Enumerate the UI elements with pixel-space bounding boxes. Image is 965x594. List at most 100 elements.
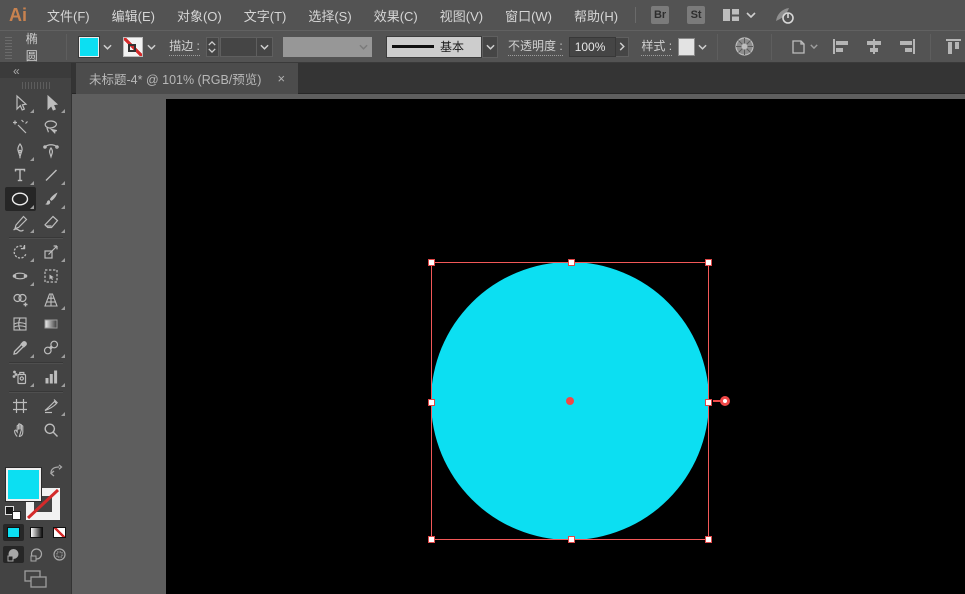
- menu-help[interactable]: 帮助(H): [563, 0, 629, 30]
- perspective-grid-tool[interactable]: [36, 288, 67, 312]
- align-right-icon[interactable]: [896, 38, 916, 55]
- lasso-tool[interactable]: [36, 115, 67, 139]
- menu-effect[interactable]: 效果(C): [363, 0, 429, 30]
- canvas-area[interactable]: [72, 94, 965, 594]
- fill-color-indicator[interactable]: [6, 468, 41, 501]
- draw-inside-button[interactable]: [49, 546, 70, 563]
- draw-normal-button[interactable]: [3, 546, 24, 563]
- magic-wand-tool[interactable]: [5, 115, 36, 139]
- pie-angle-widget[interactable]: [720, 396, 730, 406]
- swap-fill-stroke-icon[interactable]: [48, 464, 64, 483]
- stroke-panel-link[interactable]: 描边 :: [169, 37, 200, 56]
- brush-definition-dropdown[interactable]: [482, 36, 498, 58]
- toolbar-collapse-button[interactable]: «: [0, 63, 71, 78]
- stroke-weight-combo[interactable]: [220, 37, 273, 57]
- stroke-weight-stepper[interactable]: [206, 37, 219, 57]
- stroke-color-control[interactable]: [123, 37, 159, 57]
- align-center-icon[interactable]: [864, 38, 884, 55]
- slice-tool[interactable]: [36, 394, 67, 418]
- control-bar-grip[interactable]: [5, 35, 12, 59]
- shape-center-point[interactable]: [566, 397, 574, 405]
- fill-color-dropdown[interactable]: [99, 37, 115, 57]
- gradient-button[interactable]: [26, 524, 47, 541]
- screen-mode-button[interactable]: [24, 570, 48, 594]
- column-graph-tool[interactable]: [36, 365, 67, 389]
- free-transform-tool[interactable]: [36, 264, 67, 288]
- gpu-performance-button[interactable]: [772, 5, 796, 25]
- menu-view[interactable]: 视图(V): [429, 0, 494, 30]
- rotate-tool[interactable]: [5, 240, 36, 264]
- draw-behind-button[interactable]: [26, 546, 47, 563]
- paintbrush-tool[interactable]: [36, 187, 67, 211]
- scale-tool[interactable]: [36, 240, 67, 264]
- pen-tool[interactable]: [5, 139, 36, 163]
- ellipse-tool[interactable]: [5, 187, 36, 211]
- toolbar-grip[interactable]: [22, 82, 50, 89]
- transform-options-button[interactable]: [788, 38, 818, 56]
- illustrator-logo[interactable]: Ai: [0, 0, 36, 30]
- menu-edit[interactable]: 编辑(E): [101, 0, 166, 30]
- blend-tool[interactable]: [36, 336, 67, 360]
- handle-bottom-right[interactable]: [705, 536, 712, 543]
- menu-select[interactable]: 选择(S): [297, 0, 362, 30]
- align-left-icon[interactable]: [832, 38, 852, 55]
- color-button[interactable]: [3, 524, 24, 541]
- graphic-style-dropdown[interactable]: [695, 37, 709, 57]
- control-bar: 椭圆 描边 : 基本 不透明度 : 100%: [0, 30, 965, 63]
- gradient-tool[interactable]: [36, 312, 67, 336]
- handle-middle-right[interactable]: [705, 399, 712, 406]
- shape-builder-tool[interactable]: [5, 288, 36, 312]
- curvature-tool[interactable]: [36, 139, 67, 163]
- selection-tool[interactable]: [5, 91, 36, 115]
- chevron-down-icon: [359, 44, 368, 50]
- default-fill-stroke-icon[interactable]: [5, 506, 21, 520]
- artboard-tool[interactable]: [5, 394, 36, 418]
- draw-inside-icon: [52, 547, 67, 562]
- symbol-sprayer-tool[interactable]: [5, 365, 36, 389]
- bridge-badge-icon[interactable]: Br: [651, 6, 669, 24]
- menu-file[interactable]: 文件(F): [36, 0, 101, 30]
- hand-tool[interactable]: [5, 418, 36, 442]
- color-controls: [0, 458, 72, 594]
- fill-color-control[interactable]: [79, 37, 115, 57]
- type-tool[interactable]: [5, 163, 36, 187]
- eraser-tool[interactable]: [36, 211, 67, 235]
- stock-badge-icon[interactable]: St: [687, 6, 705, 24]
- stroke-color-swatch[interactable]: [123, 37, 143, 57]
- none-swatch-icon: [53, 527, 66, 538]
- opacity-more-button[interactable]: [616, 37, 630, 57]
- stroke-weight-dropdown[interactable]: [256, 38, 272, 56]
- style-panel-link[interactable]: 样式 :: [641, 37, 672, 56]
- none-button[interactable]: [49, 524, 70, 541]
- brush-definition-combo[interactable]: 基本: [386, 36, 498, 58]
- handle-bottom-center[interactable]: [568, 536, 575, 543]
- close-tab-icon[interactable]: ×: [277, 71, 285, 86]
- stroke-color-dropdown[interactable]: [143, 37, 159, 57]
- gpu-performance-icon: [772, 5, 796, 25]
- fill-color-swatch[interactable]: [79, 37, 99, 57]
- zoom-tool[interactable]: [36, 418, 67, 442]
- menu-window[interactable]: 窗口(W): [494, 0, 563, 30]
- align-top-icon[interactable]: [945, 38, 965, 55]
- shaper-tool[interactable]: [5, 211, 36, 235]
- opacity-input[interactable]: 100%: [569, 37, 616, 57]
- workspace-switcher[interactable]: [722, 8, 756, 22]
- mesh-tool[interactable]: [5, 312, 36, 336]
- line-segment-tool[interactable]: [36, 163, 67, 187]
- width-tool[interactable]: [5, 264, 36, 288]
- graphic-style-swatch[interactable]: [678, 38, 695, 56]
- direct-selection-tool[interactable]: [36, 91, 67, 115]
- screen-mode-icon: [24, 570, 48, 589]
- handle-top-right[interactable]: [705, 259, 712, 266]
- menu-type[interactable]: 文字(T): [233, 0, 298, 30]
- eyedropper-tool[interactable]: [5, 336, 36, 360]
- handle-top-center[interactable]: [568, 259, 575, 266]
- menu-bar: Ai 文件(F) 编辑(E) 对象(O) 文字(T) 选择(S) 效果(C) 视…: [0, 0, 965, 30]
- opacity-panel-link[interactable]: 不透明度 :: [508, 37, 563, 56]
- menu-object[interactable]: 对象(O): [166, 0, 233, 30]
- recolor-artwork-button[interactable]: [734, 36, 755, 57]
- handle-bottom-left[interactable]: [428, 536, 435, 543]
- handle-middle-left[interactable]: [428, 399, 435, 406]
- handle-top-left[interactable]: [428, 259, 435, 266]
- document-tab[interactable]: 未标题-4* @ 101% (RGB/预览) ×: [76, 63, 298, 94]
